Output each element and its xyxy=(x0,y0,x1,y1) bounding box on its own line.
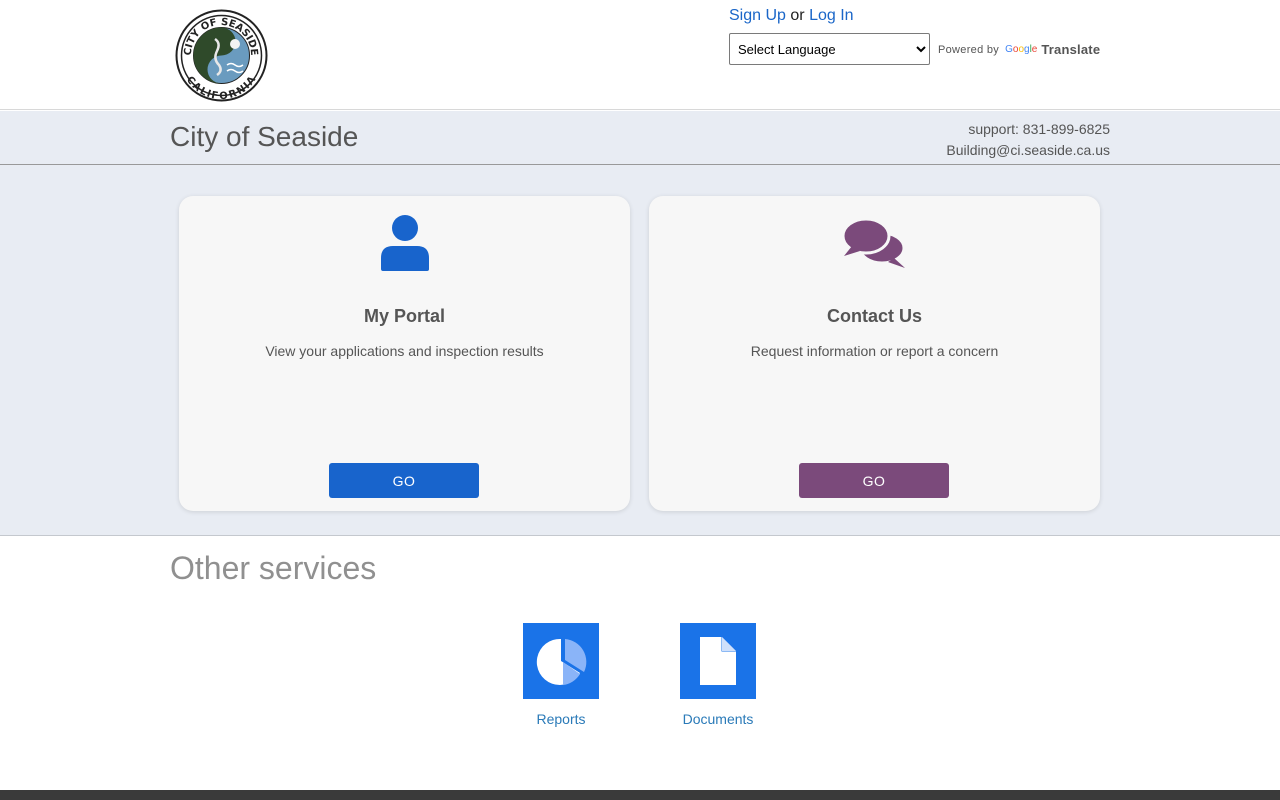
log-in-link[interactable]: Log In xyxy=(809,7,853,24)
my-portal-go-button[interactable]: GO xyxy=(329,463,479,498)
contact-us-card: Contact Us Request information or report… xyxy=(649,196,1100,511)
google-logo[interactable]: Google xyxy=(1005,44,1037,55)
support-email: Building@ci.seaside.ca.us xyxy=(946,142,1110,158)
top-header: CITY OF SEASIDE CALIFORNIA Sign Up or Lo… xyxy=(0,0,1280,110)
person-icon xyxy=(380,214,430,277)
my-portal-card: My Portal View your applications and ins… xyxy=(179,196,630,511)
auth-links: Sign Up or Log In xyxy=(729,7,854,25)
reports-service-link[interactable]: Reports xyxy=(511,623,611,727)
chat-bubbles-icon xyxy=(841,214,908,275)
page-title: City of Seaside xyxy=(170,121,359,152)
powered-by-text: Powered by xyxy=(938,43,1000,56)
document-icon[interactable] xyxy=(680,623,756,699)
documents-service-link[interactable]: Documents xyxy=(668,623,768,727)
page-footer xyxy=(0,790,1280,800)
contact-us-go-button[interactable]: GO xyxy=(799,463,949,498)
google-translate-attribution: Powered by Google Translate xyxy=(938,42,1100,57)
or-text: or xyxy=(790,7,805,24)
translate-link[interactable]: Translate xyxy=(1041,42,1100,57)
contact-us-title: Contact Us xyxy=(826,306,922,326)
contact-us-description: Request information or report a concern xyxy=(750,343,999,359)
language-select[interactable]: Select Language xyxy=(729,33,930,65)
support-info: support: 831-899-6825 Building@ci.seasid… xyxy=(946,119,1110,161)
main-cards-area: My Portal View your applications and ins… xyxy=(0,165,1280,536)
pie-chart-icon[interactable] xyxy=(523,623,599,699)
city-seal-logo[interactable]: CITY OF SEASIDE CALIFORNIA xyxy=(175,9,268,102)
my-portal-description: View your applications and inspection re… xyxy=(265,343,544,359)
other-services-heading: Other services xyxy=(170,550,377,586)
reports-label[interactable]: Reports xyxy=(511,711,611,727)
my-portal-title: My Portal xyxy=(363,306,446,326)
documents-label[interactable]: Documents xyxy=(668,711,768,727)
sign-up-link[interactable]: Sign Up xyxy=(729,7,786,24)
support-phone: support: 831-899-6825 xyxy=(968,121,1110,137)
title-band: City of Seaside support: 831-899-6825 Bu… xyxy=(0,111,1280,165)
